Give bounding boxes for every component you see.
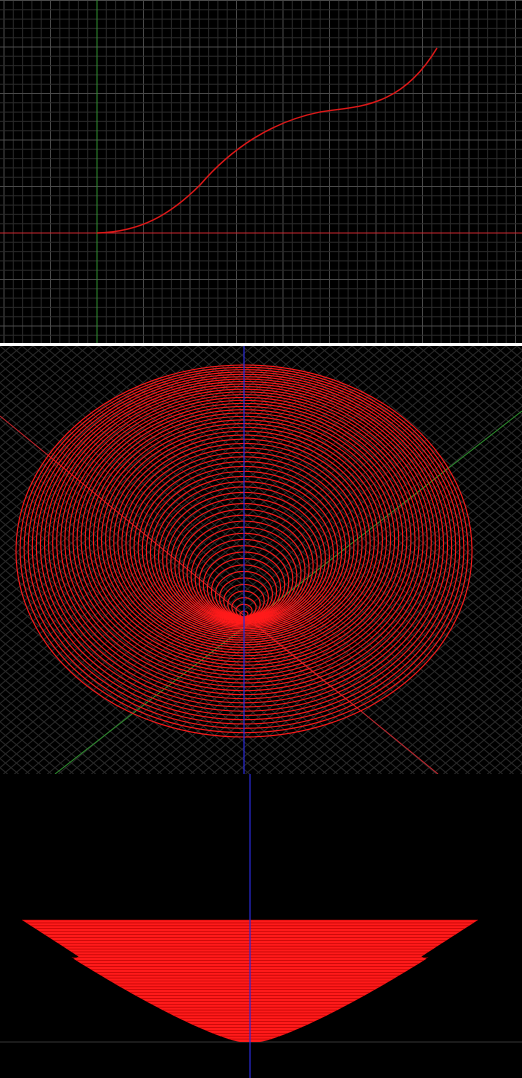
profile-curve-viewport[interactable] — [0, 0, 522, 343]
grid-line — [0, 346, 12, 356]
profile-curve-canvas[interactable] — [0, 0, 522, 343]
grid — [0, 0, 522, 343]
grid-line — [0, 721, 63, 774]
isometric-viewport[interactable] — [0, 346, 522, 774]
grid-line — [311, 597, 522, 774]
grid-line — [0, 702, 85, 774]
grid-line — [406, 346, 522, 443]
side-viewport[interactable] — [0, 774, 522, 1078]
side-canvas[interactable] — [0, 774, 522, 1078]
isometric-canvas[interactable] — [0, 346, 522, 774]
